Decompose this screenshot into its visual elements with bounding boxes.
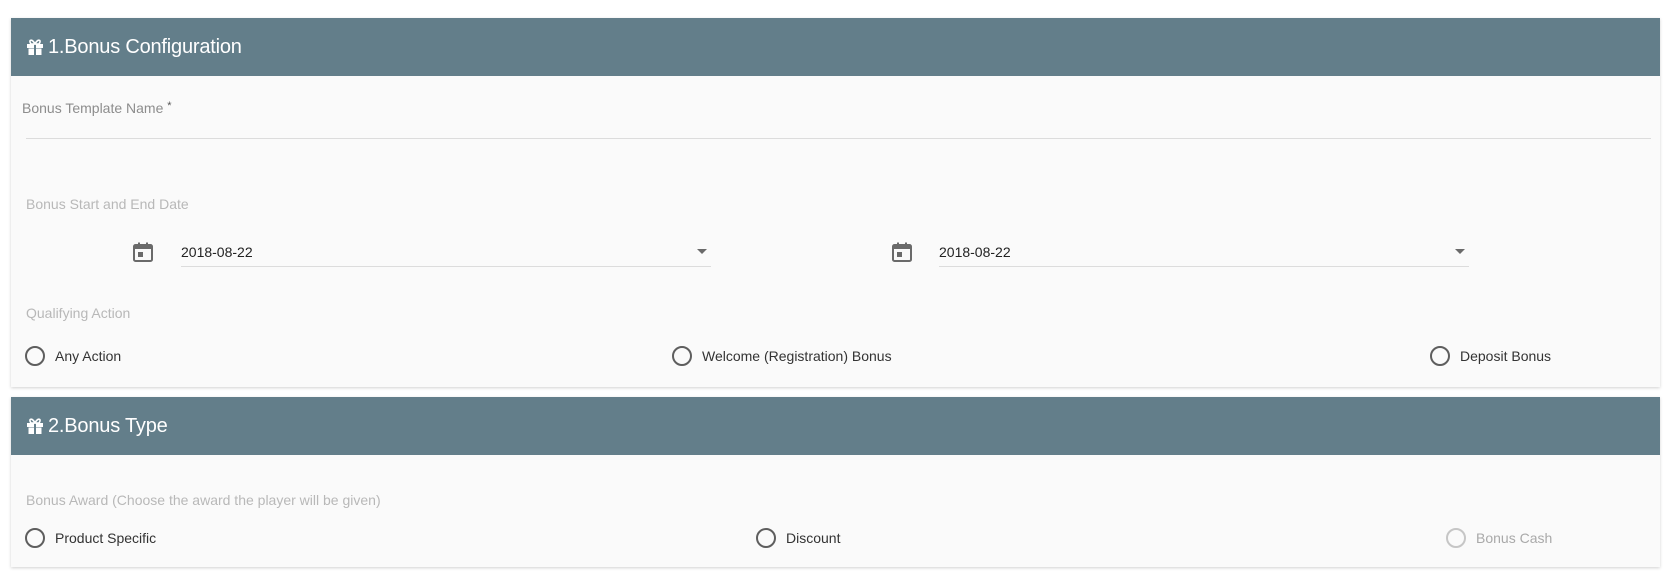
radio-label: Welcome (Registration) Bonus <box>702 348 892 364</box>
radio-bonus-cash: Bonus Cash <box>1446 528 1552 548</box>
radio-deposit-bonus[interactable]: Deposit Bonus <box>1430 346 1551 366</box>
section-title: 1.Bonus Configuration <box>48 35 242 58</box>
radio-any-action[interactable]: Any Action <box>25 346 121 366</box>
dropdown-caret-icon[interactable] <box>1455 249 1465 254</box>
radio-circle[interactable] <box>756 528 776 548</box>
radio-circle[interactable] <box>1430 346 1450 366</box>
radio-product-specific[interactable]: Product Specific <box>25 528 156 548</box>
calendar-icon[interactable] <box>891 241 913 263</box>
template-name-label: Bonus Template Name * <box>22 100 172 116</box>
radio-discount[interactable]: Discount <box>756 528 840 548</box>
section-header-bonus-configuration: 1.Bonus Configuration <box>11 18 1660 76</box>
dropdown-caret-icon[interactable] <box>697 249 707 254</box>
radio-circle <box>1446 528 1466 548</box>
radio-circle[interactable] <box>25 528 45 548</box>
qualifying-action-label: Qualifying Action <box>26 305 131 321</box>
radio-label: Bonus Cash <box>1476 530 1553 546</box>
calendar-icon[interactable] <box>132 241 154 263</box>
date-range-label: Bonus Start and End Date <box>26 196 189 212</box>
end-date-value: 2018-08-22 <box>939 244 1011 260</box>
radio-label: Product Specific <box>55 530 157 546</box>
bonus-configuration-card: 1.Bonus Configuration Bonus Template Nam… <box>11 18 1660 387</box>
start-date-value: 2018-08-22 <box>181 244 253 260</box>
radio-circle[interactable] <box>25 346 45 366</box>
section-title: 2.Bonus Type <box>48 414 168 437</box>
radio-circle[interactable] <box>672 346 692 366</box>
radio-label: Any Action <box>55 348 122 364</box>
required-marker: * <box>167 100 172 112</box>
gift-icon <box>27 418 43 434</box>
radio-label: Deposit Bonus <box>1460 348 1552 364</box>
end-date-picker[interactable]: 2018-08-22 <box>939 241 1469 267</box>
gift-icon <box>27 39 43 55</box>
template-name-input[interactable] <box>26 138 1651 139</box>
radio-welcome-bonus[interactable]: Welcome (Registration) Bonus <box>672 346 892 366</box>
section-header-bonus-type: 2.Bonus Type <box>11 397 1660 455</box>
bonus-type-card: 2.Bonus Type Bonus Award (Choose the awa… <box>11 397 1660 567</box>
bonus-award-label: Bonus Award (Choose the award the player… <box>26 492 381 508</box>
radio-label: Discount <box>786 530 841 546</box>
start-date-picker[interactable]: 2018-08-22 <box>181 241 711 267</box>
